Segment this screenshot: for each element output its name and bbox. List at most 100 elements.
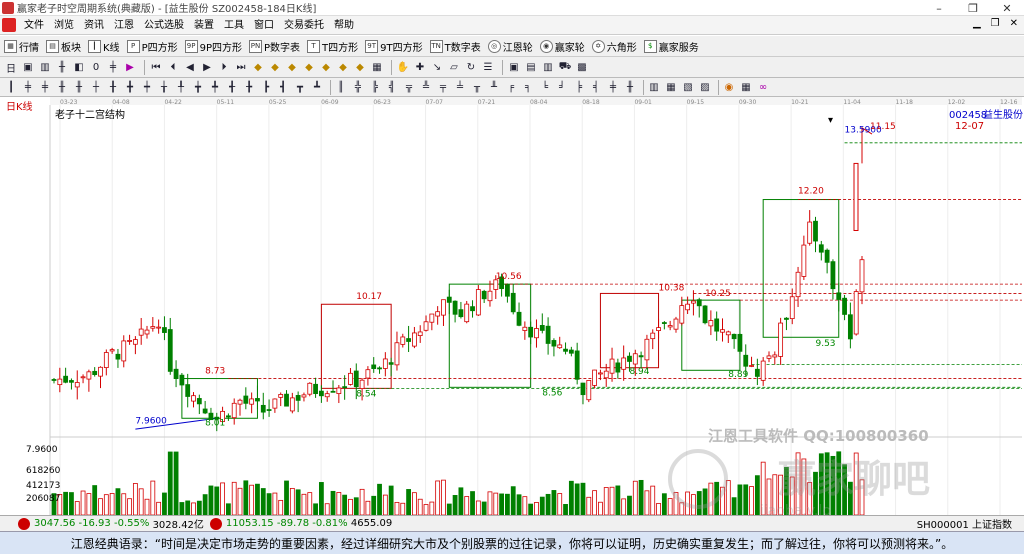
line-tool-3-icon[interactable]: ╪	[38, 80, 52, 94]
toolbar-service-button[interactable]: $ 赢家服务	[643, 39, 699, 54]
line-tool-30-icon[interactable]: ╒	[504, 80, 518, 94]
line-tool-12-icon[interactable]: ╈	[191, 80, 205, 94]
line-tool-32-icon[interactable]: ╘	[538, 80, 552, 94]
maximize-button[interactable]: ❐	[956, 0, 990, 16]
status-index-label[interactable]: SH000001 上证指数	[917, 516, 1012, 531]
menu-formula[interactable]: 公式选股	[139, 16, 189, 35]
last-icon[interactable]: ⏭	[234, 60, 248, 74]
toolbar-p-square-button[interactable]: P P四方形	[126, 39, 178, 54]
line-tool-4-icon[interactable]: ╫	[55, 80, 69, 94]
line-tool-37-icon[interactable]: ╫	[623, 80, 637, 94]
panel-1-icon[interactable]: ▣	[507, 60, 521, 74]
color-wheel-icon[interactable]: ◉	[722, 80, 736, 94]
toolbar-winner-wheel-button[interactable]: ◉ 赢家轮	[539, 39, 585, 54]
line-tool-21-icon[interactable]: ╬	[351, 80, 365, 94]
panel-3-icon[interactable]: ▥	[541, 60, 555, 74]
line-tool-29-icon[interactable]: ╨	[487, 80, 501, 94]
layout-icon[interactable]: ▣	[21, 60, 35, 74]
menu-file[interactable]: 文件	[19, 16, 49, 35]
diamond-5-icon[interactable]: ◆	[319, 60, 333, 74]
grid-toggle-icon[interactable]: ▦	[739, 80, 753, 94]
line-tool-34-icon[interactable]: ╞	[572, 80, 586, 94]
menu-tools[interactable]: 工具	[219, 16, 249, 35]
child-restore-button[interactable]: ❐	[991, 18, 1000, 29]
cross-icon[interactable]: ✚	[413, 60, 427, 74]
line-tool-14-icon[interactable]: ╉	[225, 80, 239, 94]
line-tool-19-icon[interactable]: ┻	[310, 80, 324, 94]
candle-icon[interactable]: ╪	[106, 60, 120, 74]
grid-lines-icon[interactable]: ▦	[370, 60, 384, 74]
line-tool-11-icon[interactable]: ╀	[174, 80, 188, 94]
arrow-icon[interactable]: ↘	[430, 60, 444, 74]
line-tool-15-icon[interactable]: ╊	[242, 80, 256, 94]
line-tool-33-icon[interactable]: ╛	[555, 80, 569, 94]
prev-icon[interactable]: ⏴	[166, 60, 180, 74]
child-close-button[interactable]: ✕	[1010, 18, 1018, 29]
picture-icon[interactable]: ▩	[575, 60, 589, 74]
line-tool-20-icon[interactable]: ║	[334, 80, 348, 94]
diamond-2-icon[interactable]: ◆	[268, 60, 282, 74]
line-tool-9-icon[interactable]: ┿	[140, 80, 154, 94]
toolbar-kline-button[interactable]: ┃ K线	[88, 39, 120, 54]
line-tool-18-icon[interactable]: ┳	[293, 80, 307, 94]
diamond-6-icon[interactable]: ◆	[336, 60, 350, 74]
line-tool-1-icon[interactable]: ┃	[4, 80, 18, 94]
toolbar-quotes-button[interactable]: ▦ 行情	[4, 39, 39, 54]
menu-window[interactable]: 窗口	[249, 16, 279, 35]
line-tool-28-icon[interactable]: ╥	[470, 80, 484, 94]
list-icon[interactable]: ☰	[481, 60, 495, 74]
flag-icon[interactable]: ▶	[123, 60, 137, 74]
minimize-button[interactable]: –	[922, 0, 956, 16]
line-tool-5-icon[interactable]: ╫	[72, 80, 86, 94]
car-icon[interactable]: ⛟	[558, 60, 572, 74]
line-tool-35-icon[interactable]: ╡	[589, 80, 603, 94]
line-tool-7-icon[interactable]: ╂	[106, 80, 120, 94]
close-button[interactable]: ✕	[990, 0, 1024, 16]
toolbar-gann-wheel-button[interactable]: ◎ 江恩轮	[487, 39, 533, 54]
line-tool-13-icon[interactable]: ╇	[208, 80, 222, 94]
child-minimize-button[interactable]: ▁	[973, 18, 981, 29]
infinity-icon[interactable]: ∞	[756, 80, 770, 94]
menu-browse[interactable]: 浏览	[49, 16, 79, 35]
toolbar-9t-square-button[interactable]: 9T 9T四方形	[365, 39, 423, 54]
dropdown-marker-icon[interactable]: ▾	[828, 115, 833, 126]
rotate-icon[interactable]: ↻	[464, 60, 478, 74]
menu-info[interactable]: 资讯	[79, 16, 109, 35]
line-tool-27-icon[interactable]: ╧	[453, 80, 467, 94]
first-icon[interactable]: ⏮	[149, 60, 163, 74]
panel-2-icon[interactable]: ▤	[524, 60, 538, 74]
next-icon[interactable]: ⏵	[217, 60, 231, 74]
menu-gann[interactable]: 江恩	[109, 16, 139, 35]
diamond-7-icon[interactable]: ◆	[353, 60, 367, 74]
diamond-1-icon[interactable]: ◆	[251, 60, 265, 74]
line-tool-2-icon[interactable]: ╪	[21, 80, 35, 94]
lock-icon[interactable]: ◧	[72, 60, 86, 74]
hand-icon[interactable]: ✋	[396, 60, 410, 74]
line-tool-6-icon[interactable]: ┼	[89, 80, 103, 94]
menu-trade[interactable]: 交易委托	[279, 16, 329, 35]
diamond-4-icon[interactable]: ◆	[302, 60, 316, 74]
toolbar-hexagon-button[interactable]: ✡ 六角形	[591, 39, 637, 54]
line-tool-23-icon[interactable]: ╣	[385, 80, 399, 94]
line-tool-16-icon[interactable]: ┣	[259, 80, 273, 94]
menu-setup[interactable]: 装置	[189, 16, 219, 35]
line-tool-31-icon[interactable]: ╕	[521, 80, 535, 94]
menu-help[interactable]: 帮助	[329, 16, 359, 35]
toolbar-t-square-button[interactable]: T T四方形	[307, 39, 358, 54]
line-tool-36-icon[interactable]: ╪	[606, 80, 620, 94]
line-tool-38-icon[interactable]: ▥	[647, 80, 661, 94]
line-tool-8-icon[interactable]: ╋	[123, 80, 137, 94]
back-icon[interactable]: ◀	[183, 60, 197, 74]
toolbar-9p-square-button[interactable]: 9P 9P四方形	[184, 39, 242, 54]
diamond-3-icon[interactable]: ◆	[285, 60, 299, 74]
forward-icon[interactable]: ▶	[200, 60, 214, 74]
ruler-icon[interactable]: ▱	[447, 60, 461, 74]
toolbar-sector-button[interactable]: ▤ 板块	[46, 39, 81, 54]
period-label[interactable]: 日K线	[6, 100, 33, 113]
chart-type-icon[interactable]: ▥	[38, 60, 52, 74]
line-tool-24-icon[interactable]: ╦	[402, 80, 416, 94]
bars-icon[interactable]: ╫	[55, 60, 69, 74]
period-icon[interactable]: 日	[4, 60, 18, 75]
toolbar-p-number-button[interactable]: PN P数字表	[249, 39, 300, 54]
line-tool-25-icon[interactable]: ╩	[419, 80, 433, 94]
